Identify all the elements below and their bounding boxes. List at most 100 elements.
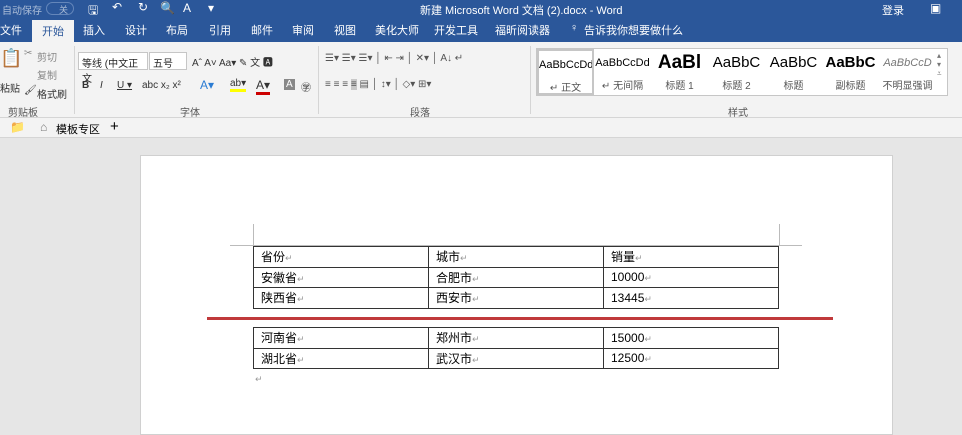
tab-beautify[interactable]: 美化大师 [375,22,419,38]
cell-end-mark: ↵ [297,273,305,284]
paste-button[interactable]: 粘贴 [0,80,20,95]
tell-me-icon[interactable]: ♀ [570,22,578,34]
print-preview-icon[interactable]: 🔍 [160,1,175,15]
margin-guide [253,224,254,246]
template-zone-tab[interactable]: 模板专区 [56,121,100,137]
format-painter-icon[interactable]: 🖌 [24,85,37,96]
cell-text: 13445 [611,290,645,305]
cell-text: 陕西省 [261,291,298,306]
tab-insert[interactable]: 插入 [83,22,105,38]
align-left-icon[interactable]: ≡ ≡ ≡ ≡ ▤ │ ↕▾ │ ◇▾ ⊞▾ [325,79,431,90]
cell-text: 西安市 [436,291,473,306]
login-button[interactable]: 登录 [882,2,904,18]
table-cell[interactable]: 城市↵ [428,246,604,268]
tab-foxit[interactable]: 福昕阅读器 [495,22,550,38]
redo-icon[interactable]: ↻ [138,0,148,14]
table-cell[interactable]: 湖北省↵ [253,347,429,369]
table-cell[interactable]: 销量↵ [603,246,779,268]
cell-text: 湖北省 [261,351,298,366]
tab-home[interactable]: 开始 [32,20,74,42]
table-row: 省份↵ 城市↵ 销量↵ [253,246,779,268]
paste-icon[interactable]: 📋 [0,48,22,69]
table-row: 安徽省↵ 合肥市↵ 10000↵ [253,266,779,288]
styles-scroll-icon[interactable]: ▴ ▾ ⩡ [937,51,942,79]
table-cell[interactable]: 13445↵ [603,287,779,309]
undo-icon[interactable]: ↶ [112,0,122,14]
cell-end-mark: ↵ [644,293,652,304]
table-cell[interactable]: 10000↵ [603,266,779,288]
cell-text: 省份 [261,250,286,265]
strikethrough-icon[interactable]: abc x₂ x² [142,80,181,91]
cell-end-mark: ↵ [635,253,643,264]
styles-group-label: 样式 [728,108,748,119]
font-size-select[interactable]: 五号 [149,52,187,70]
table-cell[interactable]: 省份↵ [253,246,429,268]
cell-end-mark: ↵ [460,253,468,264]
tab-file[interactable]: 文件 [0,22,22,38]
highlight-icon[interactable]: ab▾ [230,78,247,92]
char-shading-icon[interactable]: A [284,79,295,90]
tab-design[interactable]: 设计 [125,22,147,38]
table-cell[interactable]: 12500↵ [603,347,779,369]
table-cell[interactable]: 西安市↵ [428,287,604,309]
folder-icon[interactable]: 📁 [10,120,25,134]
cut-button[interactable]: 剪切 [37,49,57,64]
home-icon[interactable]: ⌂ [40,120,47,134]
bullets-icon[interactable]: ☰▾ ☰▾ ☰▾ │ ⇤ ⇥ │ ✕▾ │ A↓ ↵ [325,53,463,64]
table-cell[interactable]: 合肥市↵ [428,266,604,288]
style-subtle-emphasis[interactable]: AaBbCcD 不明显强调 [879,49,936,95]
tab-developer[interactable]: 开发工具 [434,22,478,38]
cut-icon[interactable]: ✂ [24,48,32,59]
margin-guide [779,224,780,246]
font-color-icon[interactable]: A▾ [256,78,271,95]
style-normal[interactable]: AaBbCcDd ↵ 正文 [537,49,594,95]
style-heading-2[interactable]: AaBbC 标题 2 [708,49,765,95]
cell-end-mark: ↵ [297,294,305,305]
clipboard-group-label: 剪贴板 [8,108,38,119]
cell-text: 郑州市 [436,331,473,346]
bold-icon[interactable]: B [82,80,89,91]
customize-toolbar-icon[interactable]: ▾ [208,1,214,15]
copy-button[interactable]: 复制 [37,67,57,82]
table-cell[interactable]: 武汉市↵ [428,347,604,369]
tab-references[interactable]: 引用 [209,22,231,38]
cell-text: 合肥市 [436,270,473,285]
text-effects-icon[interactable]: A▾ [200,78,214,92]
add-tab-button[interactable]: + [110,118,119,135]
autosave-toggle[interactable]: 关 [46,2,74,15]
enclose-char-icon[interactable]: ㊫ [301,79,311,94]
cell-end-mark: ↵ [644,273,652,284]
font-name-select[interactable]: 等线 (中文正文 [78,52,148,85]
tell-me-search[interactable]: 告诉我你想要做什么 [584,22,683,38]
tab-view[interactable]: 视图 [334,22,356,38]
table-cell[interactable]: 15000↵ [603,327,779,349]
cell-text: 10000 [611,270,645,285]
cell-text: 15000 [611,330,645,345]
style-subtitle[interactable]: AaBbC 副标题 [822,49,879,95]
table-cell[interactable]: 安徽省↵ [253,266,429,288]
table-2[interactable]: 河南省↵ 郑州市↵ 15000↵ 湖北省↵ 武汉市↵ 12500↵ [253,327,779,369]
table-cell[interactable]: 郑州市↵ [428,327,604,349]
cell-text: 安徽省 [261,270,298,285]
table-row: 湖北省↵ 武汉市↵ 12500↵ [253,347,779,369]
tab-mailings[interactable]: 邮件 [251,22,273,38]
title-bar: 自动保存 关 🖫 ↶ ↻ 🔍 A ▾ 新建 Microsoft Word 文档 … [0,0,962,18]
grow-font-icon[interactable]: Aˆ A˅ Aa▾ ✎ 文 🅰 [192,54,273,69]
table-cell[interactable]: 陕西省↵ [253,287,429,309]
document-tabs: 📁 ⌂ 模板专区 + [0,118,962,138]
tab-review[interactable]: 审阅 [292,22,314,38]
tab-layout[interactable]: 布局 [166,22,188,38]
underline-icon[interactable]: U ▾ [117,80,132,91]
table-1[interactable]: 省份↵ 城市↵ 销量↵ 安徽省↵ 合肥市↵ 10000↵ 陕西省↵ 西安市↵ 13445↵ [253,246,779,309]
style-title[interactable]: AaBbC 标题 [765,49,822,95]
style-heading-1[interactable]: AaBl 标题 1 [651,49,708,95]
cell-end-mark: ↵ [472,273,480,284]
table-cell[interactable]: 河南省↵ [253,327,429,349]
style-no-spacing[interactable]: AaBbCcDd ↵ 无间隔 [594,49,651,95]
cell-end-mark: ↵ [644,333,652,344]
table-row: 河南省↵ 郑州市↵ 15000↵ [253,327,779,349]
ribbon-display-icon[interactable]: ▣ [930,1,941,15]
read-aloud-icon[interactable]: A [183,1,191,15]
format-painter-button[interactable]: 格式刷 [37,86,67,101]
italic-icon[interactable]: I [100,80,103,91]
